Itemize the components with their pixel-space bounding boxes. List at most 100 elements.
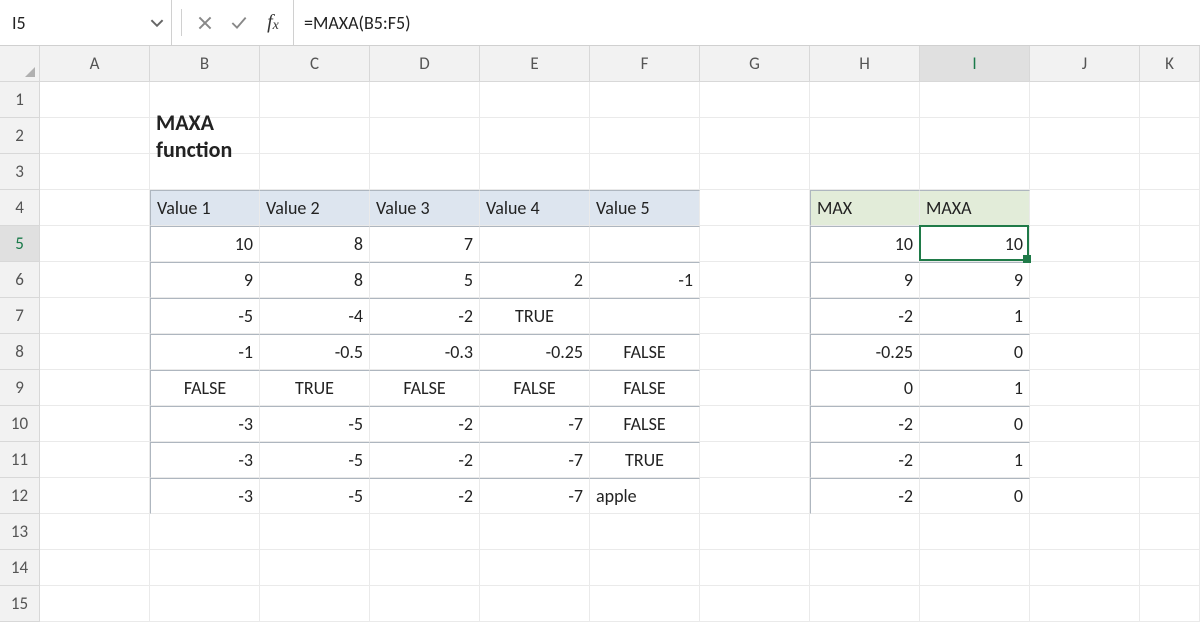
cell-H2[interactable]	[810, 118, 920, 154]
row-header-3[interactable]: 3	[0, 154, 40, 190]
row-header-12[interactable]: 12	[0, 478, 40, 514]
cell-K2[interactable]	[1140, 118, 1200, 154]
cell-I12[interactable]: 0	[920, 478, 1030, 514]
cell-I13[interactable]	[920, 514, 1030, 550]
cell-G7[interactable]	[700, 298, 810, 334]
cell-H6[interactable]: 9	[810, 262, 920, 298]
cell-B2[interactable]: MAXA function	[150, 118, 260, 154]
cell-F11[interactable]: TRUE	[590, 442, 700, 478]
cell-H11[interactable]: -2	[810, 442, 920, 478]
cell-F4[interactable]: Value 5	[590, 190, 700, 226]
cell-A11[interactable]	[40, 442, 150, 478]
cell-I14[interactable]	[920, 550, 1030, 586]
cell-G11[interactable]	[700, 442, 810, 478]
cell-I6[interactable]: 9	[920, 262, 1030, 298]
cell-G15[interactable]	[700, 586, 810, 622]
cell-D5[interactable]: 7	[370, 226, 480, 262]
row-header-10[interactable]: 10	[0, 406, 40, 442]
cell-K11[interactable]	[1140, 442, 1200, 478]
cell-H3[interactable]	[810, 154, 920, 190]
col-header-F[interactable]: F	[590, 46, 700, 82]
row-header-2[interactable]: 2	[0, 118, 40, 154]
cell-B11[interactable]: -3	[150, 442, 260, 478]
cell-D9[interactable]: FALSE	[370, 370, 480, 406]
cell-G5[interactable]	[700, 226, 810, 262]
cell-E9[interactable]: FALSE	[480, 370, 590, 406]
cell-K13[interactable]	[1140, 514, 1200, 550]
cell-H8[interactable]: -0.25	[810, 334, 920, 370]
cell-D4[interactable]: Value 3	[370, 190, 480, 226]
row-header-7[interactable]: 7	[0, 298, 40, 334]
cell-D15[interactable]	[370, 586, 480, 622]
cell-H4[interactable]: MAX	[810, 190, 920, 226]
cell-G3[interactable]	[700, 154, 810, 190]
cell-B5[interactable]: 10	[150, 226, 260, 262]
col-header-A[interactable]: A	[40, 46, 150, 82]
cell-C4[interactable]: Value 2	[260, 190, 370, 226]
cell-C3[interactable]	[260, 154, 370, 190]
cell-D13[interactable]	[370, 514, 480, 550]
cell-F6[interactable]: -1	[590, 262, 700, 298]
cell-E2[interactable]	[480, 118, 590, 154]
cell-G6[interactable]	[700, 262, 810, 298]
cell-F5[interactable]	[590, 226, 700, 262]
cell-B6[interactable]: 9	[150, 262, 260, 298]
cell-K5[interactable]	[1140, 226, 1200, 262]
cell-H7[interactable]: -2	[810, 298, 920, 334]
cell-I15[interactable]	[920, 586, 1030, 622]
cancel-icon[interactable]	[191, 0, 219, 45]
cell-A14[interactable]	[40, 550, 150, 586]
cell-J6[interactable]	[1030, 262, 1140, 298]
cell-C11[interactable]: -5	[260, 442, 370, 478]
cell-A13[interactable]	[40, 514, 150, 550]
row-header-14[interactable]: 14	[0, 550, 40, 586]
cell-C15[interactable]	[260, 586, 370, 622]
row-header-13[interactable]: 13	[0, 514, 40, 550]
row-header-15[interactable]: 15	[0, 586, 40, 622]
cell-A15[interactable]	[40, 586, 150, 622]
cell-D11[interactable]: -2	[370, 442, 480, 478]
col-header-C[interactable]: C	[260, 46, 370, 82]
cell-K7[interactable]	[1140, 298, 1200, 334]
chevron-down-icon[interactable]	[143, 16, 171, 30]
cell-E1[interactable]	[480, 82, 590, 118]
cell-J7[interactable]	[1030, 298, 1140, 334]
cell-I5[interactable]: 10	[920, 226, 1030, 262]
cell-E15[interactable]	[480, 586, 590, 622]
cell-J5[interactable]	[1030, 226, 1140, 262]
cell-G14[interactable]	[700, 550, 810, 586]
cell-K9[interactable]	[1140, 370, 1200, 406]
cell-A8[interactable]	[40, 334, 150, 370]
col-header-E[interactable]: E	[480, 46, 590, 82]
cell-A1[interactable]	[40, 82, 150, 118]
cell-B12[interactable]: -3	[150, 478, 260, 514]
cell-H14[interactable]	[810, 550, 920, 586]
cell-A2[interactable]	[40, 118, 150, 154]
cell-E3[interactable]	[480, 154, 590, 190]
cell-K1[interactable]	[1140, 82, 1200, 118]
select-all-corner[interactable]	[0, 46, 40, 82]
cell-B8[interactable]: -1	[150, 334, 260, 370]
row-header-5[interactable]: 5	[0, 226, 40, 262]
cell-D10[interactable]: -2	[370, 406, 480, 442]
cell-H9[interactable]: 0	[810, 370, 920, 406]
cell-E6[interactable]: 2	[480, 262, 590, 298]
row-header-6[interactable]: 6	[0, 262, 40, 298]
cell-I7[interactable]: 1	[920, 298, 1030, 334]
cell-D6[interactable]: 5	[370, 262, 480, 298]
col-header-B[interactable]: B	[150, 46, 260, 82]
row-header-9[interactable]: 9	[0, 370, 40, 406]
cell-H15[interactable]	[810, 586, 920, 622]
cell-H1[interactable]	[810, 82, 920, 118]
cell-E14[interactable]	[480, 550, 590, 586]
cell-K8[interactable]	[1140, 334, 1200, 370]
cell-G1[interactable]	[700, 82, 810, 118]
cell-B3[interactable]	[150, 154, 260, 190]
cell-D12[interactable]: -2	[370, 478, 480, 514]
formula-input[interactable]: =MAXA(B5:F5)	[293, 0, 1200, 45]
col-header-J[interactable]: J	[1030, 46, 1140, 82]
cell-J8[interactable]	[1030, 334, 1140, 370]
cell-E13[interactable]	[480, 514, 590, 550]
cell-F1[interactable]	[590, 82, 700, 118]
cell-J11[interactable]	[1030, 442, 1140, 478]
